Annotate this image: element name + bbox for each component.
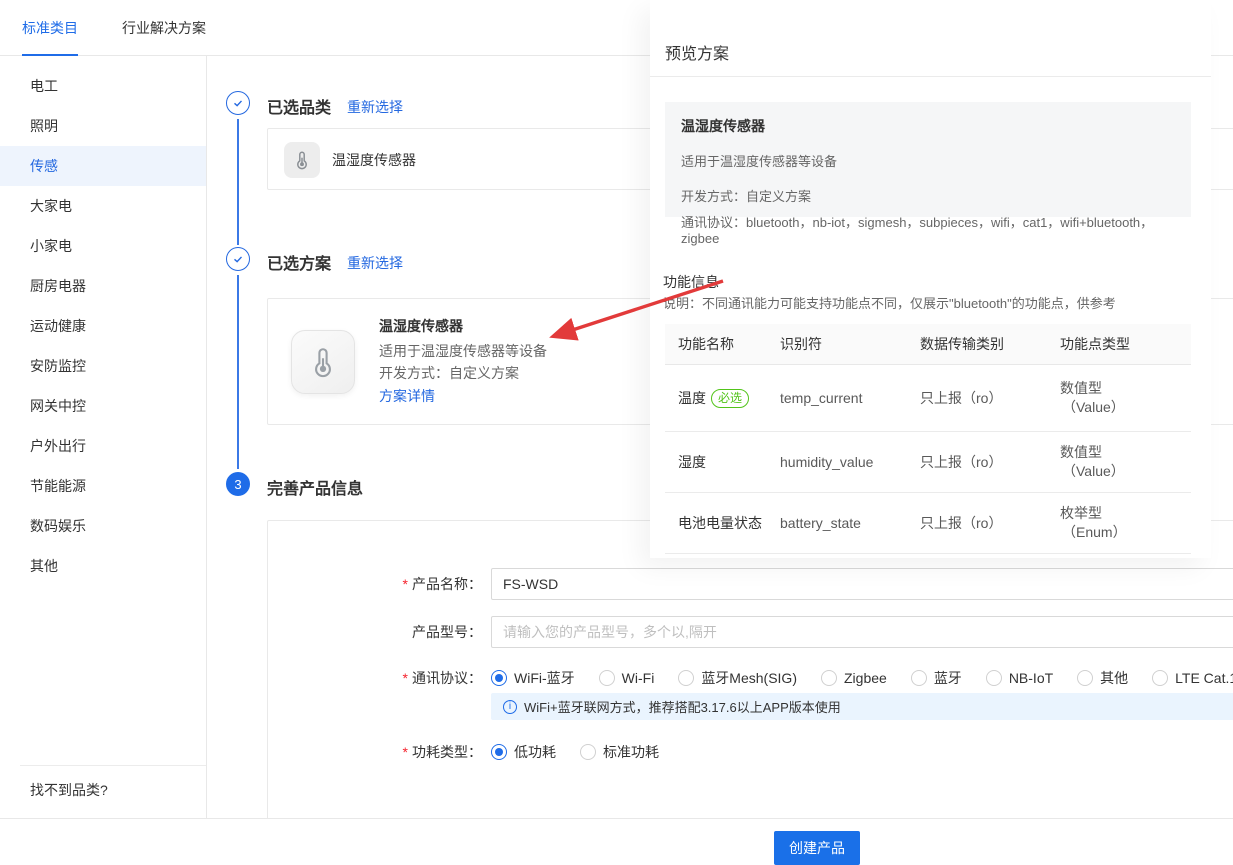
required-asterisk: *: [403, 744, 408, 760]
step2-check-icon: [226, 247, 250, 271]
radio-icon: [821, 670, 837, 686]
step2-title: 已选方案: [267, 250, 331, 274]
protocol-hint-text: WiFi+蓝牙联网方式，推荐搭配3.17.6以上APP版本使用: [524, 697, 841, 716]
info-icon: i: [503, 700, 517, 714]
sidebar-item-sport-health[interactable]: 运动健康: [0, 306, 206, 346]
function-info-heading: 功能信息: [663, 272, 719, 292]
solution-name: 温湿度传感器: [379, 316, 463, 336]
col-identifier: 识别符: [767, 334, 907, 354]
sidebar-item-small-appliance[interactable]: 小家电: [0, 226, 206, 266]
radio-other[interactable]: 其他: [1077, 668, 1128, 688]
radio-icon: [1077, 670, 1093, 686]
sidebar-item-other[interactable]: 其他: [0, 546, 206, 586]
radio-icon: [599, 670, 615, 686]
col-function-name: 功能名称: [665, 334, 767, 354]
required-asterisk: *: [403, 670, 408, 686]
tab-standard-category[interactable]: 标准类目: [22, 0, 78, 56]
radio-icon: [491, 744, 507, 760]
radio-lte-cat1[interactable]: LTE Cat.1: [1152, 670, 1233, 686]
function-table: 功能名称 识别符 数据传输类别 功能点类型 温度必选 temp_current …: [665, 324, 1191, 554]
sidebar-item-large-appliance[interactable]: 大家电: [0, 186, 206, 226]
product-model-input[interactable]: [491, 616, 1233, 648]
function-table-header: 功能名称 识别符 数据传输类别 功能点类型: [665, 324, 1191, 365]
solution-preview-panel: 预览方案 温湿度传感器 适用于温湿度传感器等设备 开发方式：自定义方案 通讯协议…: [650, 0, 1211, 558]
table-row: 温度必选 temp_current 只上报（ro） 数值型（Value）: [665, 365, 1191, 432]
sidebar-item-kitchen-appliance[interactable]: 厨房电器: [0, 266, 206, 306]
sidebar-item-lighting[interactable]: 照明: [0, 106, 206, 146]
product-model-row: 产品型号：: [268, 616, 1233, 648]
radio-wifi[interactable]: Wi-Fi: [599, 670, 655, 686]
table-row: 电池电量状态 battery_state 只上报（ro） 枚举型（Enum）: [665, 493, 1191, 554]
function-info-note: 说明：不同通讯能力可能支持功能点不同，仅展示"bluetooth"的功能点，供参…: [663, 293, 1116, 312]
sidebar-item-outdoor[interactable]: 户外出行: [0, 426, 206, 466]
step2-reselect-link[interactable]: 重新选择: [347, 253, 403, 273]
footer-bar: 创建产品: [0, 818, 1233, 865]
product-info-form: *产品名称： 产品型号： *通讯协议： WiFi-蓝牙 Wi-Fi 蓝牙Mesh…: [267, 520, 1233, 858]
radio-icon: [986, 670, 1002, 686]
required-badge: 必选: [711, 389, 749, 408]
solution-detail-link[interactable]: 方案详情: [379, 386, 435, 406]
step-connector: [237, 119, 239, 245]
table-row: 湿度 humidity_value 只上报（ro） 数值型（Value）: [665, 432, 1191, 493]
radio-ble-mesh[interactable]: 蓝牙Mesh(SIG): [678, 668, 797, 688]
preview-product-name: 温湿度传感器: [681, 116, 1175, 136]
product-name-label: *产品名称：: [268, 574, 491, 594]
radio-icon: [491, 670, 507, 686]
step3-title: 完善产品信息: [267, 475, 363, 499]
sidebar-item-sensor[interactable]: 传感: [0, 146, 206, 186]
preview-summary-box: 温湿度传感器 适用于温湿度传感器等设备 开发方式：自定义方案 通讯协议：blue…: [665, 102, 1191, 217]
radio-bluetooth[interactable]: 蓝牙: [911, 668, 962, 688]
sidebar-item-security-monitor[interactable]: 安防监控: [0, 346, 206, 386]
step1-title: 已选品类: [267, 94, 331, 118]
preview-title: 预览方案: [665, 40, 729, 64]
col-dp-type: 功能点类型: [1047, 334, 1191, 354]
sidebar-footer: 找不到品类?: [0, 765, 206, 800]
thermometer-icon: [284, 142, 320, 178]
category-not-found-link[interactable]: 找不到品类?: [0, 766, 206, 800]
preview-dev-mode: 开发方式：自定义方案: [681, 186, 1175, 205]
preview-protocols: 通讯协议：bluetooth，nb-iot，sigmesh，subpieces，…: [681, 212, 1175, 246]
radio-icon: [911, 670, 927, 686]
power-type-label: *功耗类型：: [268, 742, 491, 762]
col-transfer-type: 数据传输类别: [907, 334, 1047, 354]
product-name-row: *产品名称：: [268, 568, 1233, 600]
protocol-hint-banner: i WiFi+蓝牙联网方式，推荐搭配3.17.6以上APP版本使用: [491, 693, 1233, 720]
required-asterisk: *: [403, 576, 408, 592]
solution-dev-mode: 开发方式：自定义方案: [379, 363, 519, 383]
radio-nbiot[interactable]: NB-IoT: [986, 670, 1053, 686]
sidebar-item-digital-entertainment[interactable]: 数码娱乐: [0, 506, 206, 546]
sidebar-item-electrical[interactable]: 电工: [0, 66, 206, 106]
product-create-page: 标准类目 行业解决方案 电工 照明 传感 大家电 小家电 厨房电器 运动健康 安…: [0, 0, 1233, 865]
product-name-input[interactable]: [491, 568, 1233, 600]
solution-desc: 适用于温湿度传感器等设备: [379, 341, 547, 361]
protocol-row: *通讯协议： WiFi-蓝牙 Wi-Fi 蓝牙Mesh(SIG) Zigbee …: [268, 668, 1233, 688]
sidebar-item-gateway[interactable]: 网关中控: [0, 386, 206, 426]
preview-divider: [650, 76, 1211, 77]
thermometer-icon: [291, 330, 355, 394]
radio-icon: [1152, 670, 1168, 686]
category-list: 电工 照明 传感 大家电 小家电 厨房电器 运动健康 安防监控 网关中控 户外出…: [0, 56, 206, 586]
step3-number-badge: 3: [226, 472, 250, 496]
radio-icon: [678, 670, 694, 686]
radio-low-power[interactable]: 低功耗: [491, 742, 556, 762]
sidebar-item-energy[interactable]: 节能能源: [0, 466, 206, 506]
tab-industry-solution[interactable]: 行业解决方案: [122, 0, 206, 56]
category-sidebar: 电工 照明 传感 大家电 小家电 厨房电器 运动健康 安防监控 网关中控 户外出…: [0, 56, 207, 818]
radio-icon: [580, 744, 596, 760]
step1-reselect-link[interactable]: 重新选择: [347, 97, 403, 117]
power-radio-group: 低功耗 标准功耗: [491, 742, 659, 762]
step-connector: [237, 275, 239, 469]
product-model-label: 产品型号：: [268, 622, 491, 642]
create-product-button[interactable]: 创建产品: [774, 831, 860, 865]
step1-check-icon: [226, 91, 250, 115]
selected-category-name: 温湿度传感器: [332, 150, 416, 170]
radio-wifi-ble[interactable]: WiFi-蓝牙: [491, 668, 575, 688]
protocol-label: *通讯协议：: [268, 668, 491, 688]
power-type-row: *功耗类型： 低功耗 标准功耗: [268, 742, 659, 762]
radio-zigbee[interactable]: Zigbee: [821, 670, 887, 686]
preview-product-desc: 适用于温湿度传感器等设备: [681, 151, 1175, 170]
protocol-radio-group: WiFi-蓝牙 Wi-Fi 蓝牙Mesh(SIG) Zigbee 蓝牙 NB-I…: [491, 668, 1233, 688]
radio-standard-power[interactable]: 标准功耗: [580, 742, 659, 762]
